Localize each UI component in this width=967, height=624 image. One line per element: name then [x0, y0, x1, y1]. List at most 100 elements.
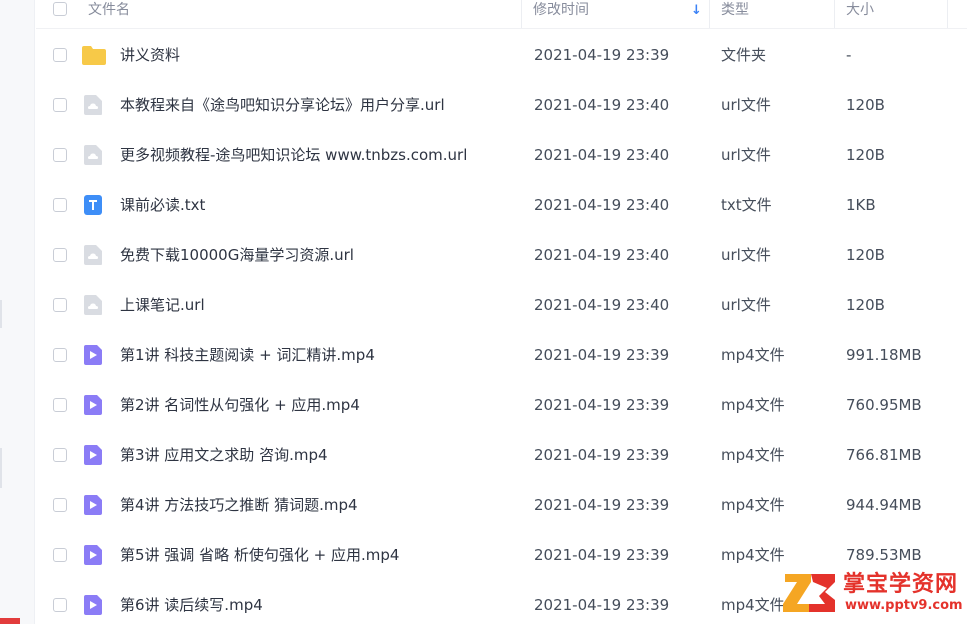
modified-time: 2021-04-19 23:39 — [534, 346, 670, 364]
file-name[interactable]: 第5讲 强调 省略 析使句强化 + 应用.mp4 — [120, 530, 399, 580]
row-checkbox[interactable] — [53, 48, 67, 62]
modified-time: 2021-04-19 23:40 — [534, 196, 670, 214]
watermark-url: www.pptv9.com — [845, 598, 963, 613]
column-divider[interactable] — [947, 0, 948, 28]
table-header: 文件名 修改时间 ↓ 类型 大小 — [36, 0, 967, 29]
file-manager: 文件名 修改时间 ↓ 类型 大小 讲义资料 2021-04-19 23:39 文件夹… — [0, 0, 967, 624]
modified-time: 2021-04-19 23:39 — [534, 446, 670, 464]
file-type: mp4文件 — [721, 546, 785, 564]
modified-time: 2021-04-19 23:39 — [534, 396, 670, 414]
table-row[interactable]: 本教程来自《途鸟吧知识分享论坛》用户分享.url 2021-04-19 23:40… — [36, 80, 967, 130]
file-size: 760.95MB — [846, 396, 922, 414]
row-checkbox[interactable] — [53, 198, 67, 212]
column-header-time[interactable]: 修改时间 — [533, 0, 589, 28]
table-row[interactable]: 第4讲 方法技巧之推断 猜词题.mp4 2021-04-19 23:39 mp4文件… — [36, 480, 967, 530]
file-name[interactable]: 免费下载10000G海量学习资源.url — [120, 230, 354, 280]
row-checkbox[interactable] — [53, 248, 67, 262]
url-file-icon — [83, 94, 105, 116]
sidebar-divider — [0, 448, 2, 488]
sort-descending-icon[interactable]: ↓ — [691, 3, 702, 18]
table-row[interactable]: 第3讲 应用文之求助 咨询.mp4 2021-04-19 23:39 mp4文件 76… — [36, 430, 967, 480]
row-checkbox[interactable] — [53, 298, 67, 312]
file-name[interactable]: 本教程来自《途鸟吧知识分享论坛》用户分享.url — [120, 80, 445, 130]
file-type: mp4文件 — [721, 596, 785, 614]
file-name[interactable]: 更多视频教程-途鸟吧知识论坛 www.tnbzs.com.url — [120, 130, 467, 180]
select-all-checkbox[interactable] — [53, 2, 67, 16]
url-file-icon — [83, 144, 105, 166]
url-file-icon — [83, 244, 105, 266]
file-name[interactable]: 第6讲 读后续写.mp4 — [120, 580, 263, 624]
file-name[interactable]: 讲义资料 — [120, 30, 180, 80]
file-type: txt文件 — [721, 196, 772, 214]
file-type: url文件 — [721, 146, 771, 164]
file-type: mp4文件 — [721, 446, 785, 464]
sidebar-red-indicator — [0, 618, 20, 624]
video-file-icon — [83, 394, 105, 416]
row-checkbox[interactable] — [53, 348, 67, 362]
row-checkbox[interactable] — [53, 448, 67, 462]
file-name[interactable]: 第2讲 名词性从句强化 + 应用.mp4 — [120, 380, 360, 430]
column-header-size[interactable]: 大小 — [846, 0, 874, 28]
txt-file-icon — [83, 194, 105, 216]
file-type: url文件 — [721, 296, 771, 314]
row-checkbox[interactable] — [53, 398, 67, 412]
file-size: 1KB — [846, 196, 876, 214]
table-row[interactable]: 更多视频教程-途鸟吧知识论坛 www.tnbzs.com.url 2021-04-… — [36, 130, 967, 180]
file-size: 120B — [846, 146, 885, 164]
modified-time: 2021-04-19 23:40 — [534, 246, 670, 264]
file-size: 120B — [846, 296, 885, 314]
table-row[interactable]: 免费下载10000G海量学习资源.url 2021-04-19 23:40 url文… — [36, 230, 967, 280]
watermark: 掌宝学资网 www.pptv9.com — [781, 566, 963, 622]
video-file-icon — [83, 344, 105, 366]
column-header-name[interactable]: 文件名 — [88, 0, 130, 28]
modified-time: 2021-04-19 23:39 — [534, 546, 670, 564]
table-row[interactable]: 第1讲 科技主题阅读 + 词汇精讲.mp4 2021-04-19 23:39 mp4… — [36, 330, 967, 380]
file-type: url文件 — [721, 96, 771, 114]
file-size: 766.81MB — [846, 446, 922, 464]
video-file-icon — [83, 594, 105, 616]
file-size: 991.18MB — [846, 346, 922, 364]
file-size: 120B — [846, 96, 885, 114]
column-divider[interactable] — [834, 0, 835, 28]
file-name[interactable]: 第1讲 科技主题阅读 + 词汇精讲.mp4 — [120, 330, 375, 380]
row-checkbox[interactable] — [53, 148, 67, 162]
modified-time: 2021-04-19 23:40 — [534, 146, 670, 164]
file-table: 文件名 修改时间 ↓ 类型 大小 讲义资料 2021-04-19 23:39 文件夹… — [36, 0, 967, 624]
file-type: url文件 — [721, 246, 771, 264]
video-file-icon — [83, 444, 105, 466]
file-name[interactable]: 上课笔记.url — [120, 280, 205, 330]
video-file-icon — [83, 494, 105, 516]
watermark-logo-icon — [783, 574, 835, 612]
folder-icon — [81, 44, 106, 66]
modified-time: 2021-04-19 23:40 — [534, 96, 670, 114]
modified-time: 2021-04-19 23:40 — [534, 296, 670, 314]
modified-time: 2021-04-19 23:39 — [534, 46, 670, 64]
file-name[interactable]: 课前必读.txt — [120, 180, 205, 230]
file-size: 944.94MB — [846, 496, 922, 514]
file-size: - — [846, 46, 852, 64]
row-checkbox[interactable] — [53, 498, 67, 512]
sidebar-divider — [0, 300, 2, 328]
column-divider[interactable] — [709, 0, 710, 28]
modified-time: 2021-04-19 23:39 — [534, 596, 670, 614]
row-checkbox[interactable] — [53, 598, 67, 612]
table-row[interactable]: 上课笔记.url 2021-04-19 23:40 url文件 120B — [36, 280, 967, 330]
file-list: 讲义资料 2021-04-19 23:39 文件夹 - 本教程来自《途鸟吧知识分享论坛》… — [36, 30, 967, 624]
video-file-icon — [83, 544, 105, 566]
file-type: mp4文件 — [721, 346, 785, 364]
table-row[interactable]: 课前必读.txt 2021-04-19 23:40 txt文件 1KB — [36, 180, 967, 230]
column-header-type[interactable]: 类型 — [721, 0, 749, 28]
file-size: 120B — [846, 246, 885, 264]
table-row[interactable]: 讲义资料 2021-04-19 23:39 文件夹 - — [36, 30, 967, 80]
row-checkbox[interactable] — [53, 98, 67, 112]
file-name[interactable]: 第3讲 应用文之求助 咨询.mp4 — [120, 430, 328, 480]
file-name[interactable]: 第4讲 方法技巧之推断 猜词题.mp4 — [120, 480, 358, 530]
row-checkbox[interactable] — [53, 548, 67, 562]
watermark-title: 掌宝学资网 — [843, 572, 959, 597]
column-divider[interactable] — [521, 0, 522, 28]
file-type: mp4文件 — [721, 496, 785, 514]
table-row[interactable]: 第2讲 名词性从句强化 + 应用.mp4 2021-04-19 23:39 mp4文… — [36, 380, 967, 430]
modified-time: 2021-04-19 23:39 — [534, 496, 670, 514]
file-type: 文件夹 — [721, 46, 767, 64]
left-sidebar-edge — [0, 0, 35, 624]
